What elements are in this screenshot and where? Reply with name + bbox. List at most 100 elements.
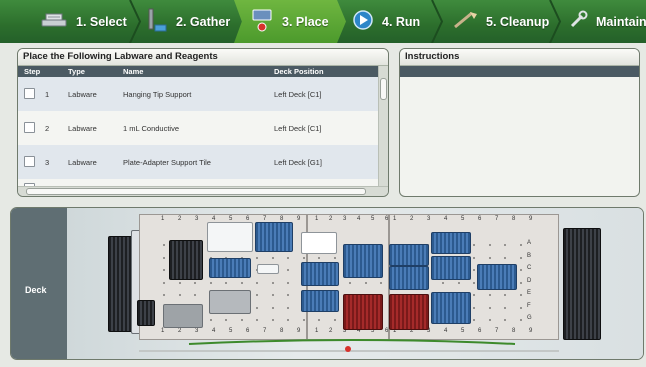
table-row[interactable]: 3 Labware Plate-Adapter Support Tile Lef… [18, 145, 388, 179]
blue-plate[interactable] [431, 256, 471, 280]
instructions-header-bar [400, 66, 639, 77]
deck-position-dot [178, 294, 181, 296]
tip-rack[interactable] [169, 240, 203, 280]
deck-position-dot [271, 319, 274, 321]
blue-plate[interactable] [343, 244, 383, 278]
deck-position-dot [380, 281, 382, 284]
deck-position-dot [488, 256, 491, 259]
deck-position-dot [287, 319, 289, 321]
step-select[interactable]: 1. Select [40, 0, 127, 43]
deck-column-number: 9 [297, 328, 301, 334]
deck-position-dot [178, 281, 181, 284]
tube-rack[interactable] [163, 304, 203, 328]
red-plate[interactable] [389, 294, 429, 330]
wrench-icon [568, 10, 588, 33]
deck-position-dot [473, 269, 475, 271]
horizontal-scrollbar[interactable] [18, 186, 388, 196]
scrollbar-thumb[interactable] [26, 188, 366, 195]
column-header-deck-position[interactable]: Deck Position [274, 67, 324, 76]
deck-position-dot [333, 256, 336, 259]
column-header-type[interactable]: Type [68, 67, 85, 76]
row-position: Left Deck [C1] [274, 90, 322, 99]
deck-column-number: 4 [212, 328, 216, 334]
deck-position-dot [519, 294, 522, 296]
blue-plate[interactable] [389, 266, 429, 290]
row-checkbox[interactable] [24, 88, 35, 99]
deck-position-dot [442, 281, 444, 284]
deck-position-dot [457, 281, 460, 284]
deck-position-dot [473, 244, 475, 246]
reagent-reservoir[interactable] [207, 222, 253, 252]
deck-column-number: 3 [343, 216, 347, 222]
deck-column-number: 1 [315, 328, 319, 334]
deck-row-letter: D [527, 277, 532, 284]
step-gather[interactable]: 2. Gather [146, 0, 230, 43]
row-step: 3 [45, 158, 50, 167]
deck-position-dot [287, 306, 289, 309]
deck-position-dot [256, 319, 258, 321]
deck-column-number: 1 [161, 328, 165, 334]
table-row[interactable]: 2 Labware 1 mL Conductive Left Deck [C1] [18, 111, 388, 145]
blue-plate[interactable] [209, 258, 251, 278]
step-label: Maintain [596, 14, 646, 29]
deck-column-number: 7 [495, 216, 499, 222]
app-window: { "steps": [ {"label": "1. Select", "ico… [0, 0, 646, 367]
deck-position-dot [473, 281, 475, 284]
blue-plate[interactable] [389, 244, 429, 266]
deck-position-dot [287, 256, 289, 259]
row-type: Labware [68, 90, 97, 99]
row-position: Left Deck [G1] [274, 158, 322, 167]
row-checkbox[interactable] [24, 122, 35, 133]
deck-position-dot [473, 319, 475, 321]
red-plate[interactable] [343, 294, 383, 330]
step-place[interactable]: 3. Place [234, 0, 346, 43]
row-checkbox[interactable] [24, 156, 35, 167]
blue-plate[interactable] [477, 264, 517, 290]
deck-position-dot [271, 256, 274, 259]
deck-position-dot [488, 244, 491, 246]
deck-side-label: Deck [11, 208, 67, 359]
table-row[interactable]: 1 Labware Hanging Tip Support Left Deck … [18, 77, 388, 111]
column-header-name[interactable]: Name [123, 67, 143, 76]
blue-plate[interactable] [431, 292, 471, 324]
row-name: Plate-Adapter Support Tile [123, 158, 211, 167]
deck-column-number: 7 [495, 328, 499, 334]
deck-position-dot [519, 306, 522, 309]
waste-stacker [563, 228, 601, 340]
deck-position-dot [519, 256, 522, 259]
adapter-tile[interactable] [257, 264, 279, 274]
labware-panel: Place the Following Labware and Reagents… [17, 48, 389, 197]
vertical-scrollbar[interactable] [378, 66, 388, 191]
deck-position-dot [488, 306, 491, 309]
blue-plate[interactable] [301, 290, 339, 312]
deck-position-dot [333, 319, 336, 321]
blue-plate[interactable] [431, 232, 471, 254]
step-maintain[interactable]: Maintain [568, 0, 646, 43]
deck-column-number: 9 [529, 328, 533, 334]
deck-position-dot [287, 294, 289, 296]
blue-plate[interactable] [255, 222, 293, 252]
step-label: 5. Cleanup [486, 14, 550, 29]
step-cleanup[interactable]: 5. Cleanup [452, 0, 549, 43]
blue-plate[interactable] [301, 262, 339, 286]
lid-plate[interactable] [301, 232, 337, 254]
row-name: Hanging Tip Support [123, 90, 192, 99]
deck-position-dot [256, 294, 258, 296]
select-icon [40, 9, 68, 34]
tip-box[interactable] [137, 300, 155, 326]
panel-title: Instructions [400, 49, 639, 66]
deck-position-dot [364, 281, 367, 284]
deck-rail [188, 339, 516, 345]
deck-position-dot [519, 269, 522, 271]
step-label: 4. Run [382, 14, 421, 29]
deck-position-dot [240, 319, 243, 321]
deck-position-dot [271, 306, 274, 309]
plate-adapter[interactable] [209, 290, 251, 314]
deck-column-number: 3 [195, 328, 199, 334]
scrollbar-thumb[interactable] [380, 78, 387, 100]
deck-column-number: 1 [161, 216, 165, 222]
deck-position-marker[interactable] [345, 346, 351, 352]
deck-column-number: 8 [512, 328, 516, 334]
column-header-step[interactable]: Step [24, 67, 40, 76]
step-run[interactable]: 4. Run [352, 0, 420, 43]
